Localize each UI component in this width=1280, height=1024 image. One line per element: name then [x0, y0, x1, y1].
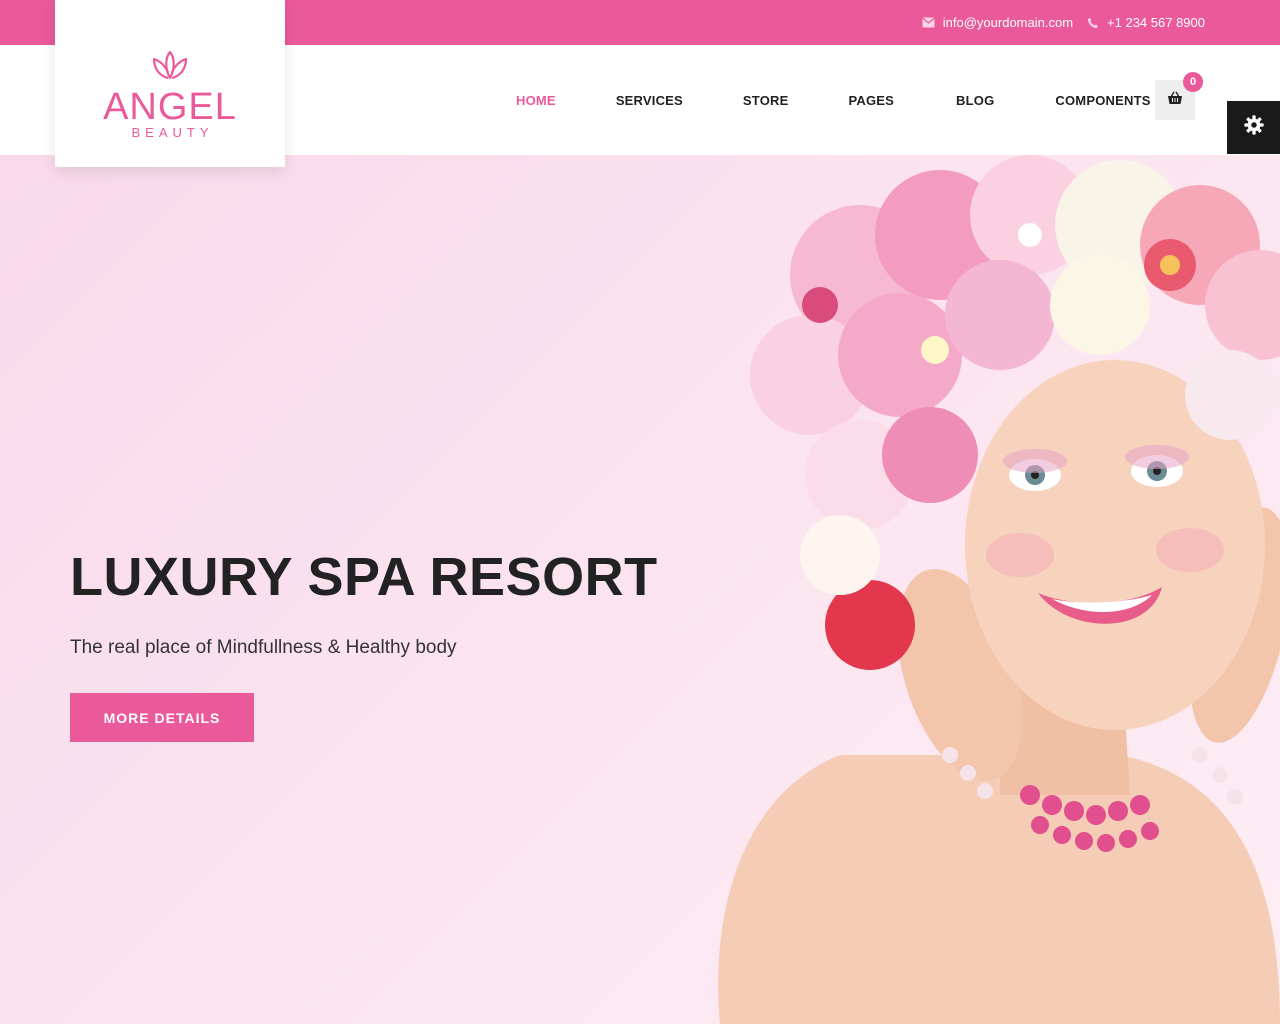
email-contact[interactable]: info@yourdomain.com — [921, 15, 1074, 30]
logo[interactable]: ANGEL BEAUTY — [55, 0, 285, 167]
contact-info: info@yourdomain.com +1 234 567 8900 — [921, 0, 1205, 45]
basket-icon — [1167, 90, 1183, 110]
hero-section: LUXURY SPA RESORT The real place of Mind… — [0, 155, 1280, 1024]
envelope-icon — [921, 17, 935, 28]
phone-text: +1 234 567 8900 — [1107, 15, 1205, 30]
hero-title: LUXURY SPA RESORT — [70, 547, 658, 607]
main-menu: HOME SERVICES STORE PAGES BLOG COMPONENT… — [516, 45, 1151, 155]
hero-image — [700, 155, 1280, 1024]
nav-components[interactable]: COMPONENTS — [1055, 93, 1150, 108]
nav-home[interactable]: HOME — [516, 93, 556, 108]
logo-tagline: BEAUTY — [131, 124, 214, 140]
more-details-button[interactable]: MORE DETAILS — [70, 693, 254, 742]
nav-store[interactable]: STORE — [743, 93, 789, 108]
gear-icon — [1243, 114, 1265, 141]
settings-button[interactable] — [1227, 101, 1280, 154]
hero-subtitle: The real place of Mindfullness & Healthy… — [70, 637, 457, 658]
cart-count-badge: 0 — [1183, 72, 1203, 92]
cart-button[interactable]: 0 — [1155, 72, 1203, 120]
phone-contact[interactable]: +1 234 567 8900 — [1087, 15, 1205, 30]
nav-pages[interactable]: PAGES — [848, 93, 894, 108]
phone-icon — [1087, 17, 1099, 29]
lotus-icon — [148, 49, 192, 86]
email-text: info@yourdomain.com — [942, 15, 1074, 30]
nav-services[interactable]: SERVICES — [616, 93, 683, 108]
logo-name: ANGEL — [103, 85, 237, 128]
nav-blog[interactable]: BLOG — [956, 93, 994, 108]
